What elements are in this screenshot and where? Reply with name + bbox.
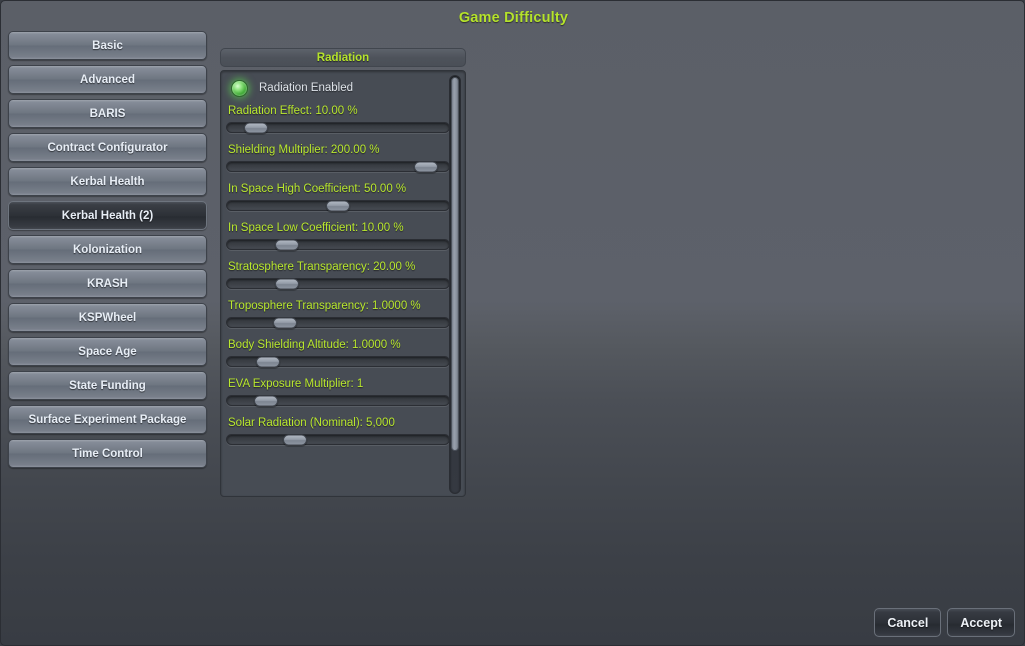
sidebar-item-space-age[interactable]: Space Age xyxy=(8,337,207,366)
setting-label-radiation-effect: Radiation Effect: 10.00 % xyxy=(228,105,358,117)
setting-in-space-high-coefficient: In Space High Coefficient: 50.00 % xyxy=(226,179,450,211)
setting-label-body-shielding-altitude: Body Shielding Altitude: 1.0000 % xyxy=(228,339,401,351)
page-title: Game Difficulty xyxy=(458,9,569,26)
sidebar-item-label: Contract Configurator xyxy=(47,141,168,154)
slider-handle-in-space-high-coefficient[interactable] xyxy=(326,200,350,211)
sidebar-item-label: Kolonization xyxy=(73,243,142,256)
slider-handle-in-space-low-coefficient[interactable] xyxy=(275,239,300,250)
setting-body-shielding-altitude: Body Shielding Altitude: 1.0000 % xyxy=(226,335,450,367)
sidebar-item-label: Time Control xyxy=(72,447,143,460)
sidebar-item-label: Space Age xyxy=(78,345,137,358)
slider-troposphere-transparency[interactable] xyxy=(226,317,450,328)
radiation-enabled-toggle-icon[interactable] xyxy=(231,79,248,97)
panel-scrollbar-thumb[interactable] xyxy=(451,77,459,451)
slider-in-space-high-coefficient[interactable] xyxy=(226,200,450,211)
settings-panel: Radiation Radiation Enabled Radiation Ef… xyxy=(220,48,466,497)
sidebar-item-label: State Funding xyxy=(69,379,146,392)
radiation-enabled-row[interactable]: Radiation Enabled xyxy=(226,77,443,99)
slider-handle-shielding-multiplier[interactable] xyxy=(413,161,438,172)
sidebar-item-label: Basic xyxy=(92,39,123,52)
slider-shielding-multiplier[interactable] xyxy=(226,161,450,172)
sidebar-item-kerbal-health-2[interactable]: Kerbal Health (2) xyxy=(8,201,207,230)
sidebar-item-label: Advanced xyxy=(80,73,135,86)
sidebar-item-label: KSPWheel xyxy=(78,311,137,324)
slider-handle-radiation-effect[interactable] xyxy=(243,122,268,133)
panel-body: Radiation Enabled Radiation Effect: 10.0… xyxy=(220,70,466,497)
sidebar-item-state-funding[interactable]: State Funding xyxy=(8,371,207,400)
setting-radiation-effect: Radiation Effect: 10.00 % xyxy=(226,101,450,133)
slider-solar-radiation-nominal[interactable] xyxy=(226,434,450,445)
game-difficulty-window: Game Difficulty Basic Advanced BARIS Contra… xyxy=(0,0,1025,646)
setting-stratosphere-transparency: Stratosphere Transparency: 20.00 % xyxy=(226,257,450,289)
settings-list: Radiation Effect: 10.00 % Shielding Multi… xyxy=(226,101,450,445)
panel-header-title: Radiation xyxy=(316,51,370,64)
cancel-button[interactable]: Cancel xyxy=(874,608,942,637)
slider-handle-troposphere-transparency[interactable] xyxy=(273,317,298,328)
panel-content: Radiation Enabled Radiation Effect: 10.0… xyxy=(221,71,451,452)
setting-label-eva-exposure-multiplier: EVA Exposure Multiplier: 1 xyxy=(228,378,364,390)
slider-handle-eva-exposure-multiplier[interactable] xyxy=(253,395,278,406)
sidebar-item-label: Kerbal Health xyxy=(70,175,145,188)
panel-header: Radiation xyxy=(220,48,466,67)
sidebar-item-surface-experiment-package[interactable]: Surface Experiment Package xyxy=(8,405,207,434)
setting-eva-exposure-multiplier: EVA Exposure Multiplier: 1 xyxy=(226,374,450,406)
radiation-enabled-label: Radiation Enabled xyxy=(259,82,353,94)
slider-in-space-low-coefficient[interactable] xyxy=(226,239,450,250)
slider-radiation-effect[interactable] xyxy=(226,122,450,133)
sidebar-item-label: Kerbal Health (2) xyxy=(61,209,154,222)
setting-label-shielding-multiplier: Shielding Multiplier: 200.00 % xyxy=(228,144,380,156)
sidebar-item-basic[interactable]: Basic xyxy=(8,31,207,60)
setting-label-stratosphere-transparency: Stratosphere Transparency: 20.00 % xyxy=(228,261,416,273)
setting-label-troposphere-transparency: Troposphere Transparency: 1.0000 % xyxy=(228,300,421,312)
panel-scrollbar[interactable] xyxy=(449,75,461,494)
setting-troposphere-transparency: Troposphere Transparency: 1.0000 % xyxy=(226,296,450,328)
setting-label-in-space-low-coefficient: In Space Low Coefficient: 10.00 % xyxy=(228,222,404,234)
setting-label-solar-radiation-nominal: Solar Radiation (Nominal): 5,000 xyxy=(228,417,395,429)
sidebar-item-label: BARIS xyxy=(89,107,126,120)
slider-handle-stratosphere-transparency[interactable] xyxy=(275,278,300,289)
slider-stratosphere-transparency[interactable] xyxy=(226,278,450,289)
sidebar-item-kspwheel[interactable]: KSPWheel xyxy=(8,303,207,332)
sidebar-item-kolonization[interactable]: Kolonization xyxy=(8,235,207,264)
sidebar-item-advanced[interactable]: Advanced xyxy=(8,65,207,94)
sidebar-item-contract-configurator[interactable]: Contract Configurator xyxy=(8,133,207,162)
setting-solar-radiation-nominal: Solar Radiation (Nominal): 5,000 xyxy=(226,413,450,445)
setting-shielding-multiplier: Shielding Multiplier: 200.00 % xyxy=(226,140,450,172)
sidebar: Basic Advanced BARIS Contract Configurator K… xyxy=(8,31,207,473)
sidebar-item-time-control[interactable]: Time Control xyxy=(8,439,207,468)
sidebar-item-label: Surface Experiment Package xyxy=(28,413,187,426)
footer-actions: Cancel Accept xyxy=(874,608,1015,637)
accept-button[interactable]: Accept xyxy=(947,608,1015,637)
slider-eva-exposure-multiplier[interactable] xyxy=(226,395,450,406)
slider-handle-solar-radiation-nominal[interactable] xyxy=(283,434,308,445)
sidebar-item-kerbal-health[interactable]: Kerbal Health xyxy=(8,167,207,196)
setting-label-in-space-high-coefficient: In Space High Coefficient: 50.00 % xyxy=(228,183,407,195)
slider-body-shielding-altitude[interactable] xyxy=(226,356,450,367)
slider-handle-body-shielding-altitude[interactable] xyxy=(255,356,280,367)
window-title-bar: Game Difficulty xyxy=(1,1,1024,34)
sidebar-item-baris[interactable]: BARIS xyxy=(8,99,207,128)
sidebar-item-krash[interactable]: KRASH xyxy=(8,269,207,298)
sidebar-item-label: KRASH xyxy=(87,277,128,290)
setting-in-space-low-coefficient: In Space Low Coefficient: 10.00 % xyxy=(226,218,450,250)
